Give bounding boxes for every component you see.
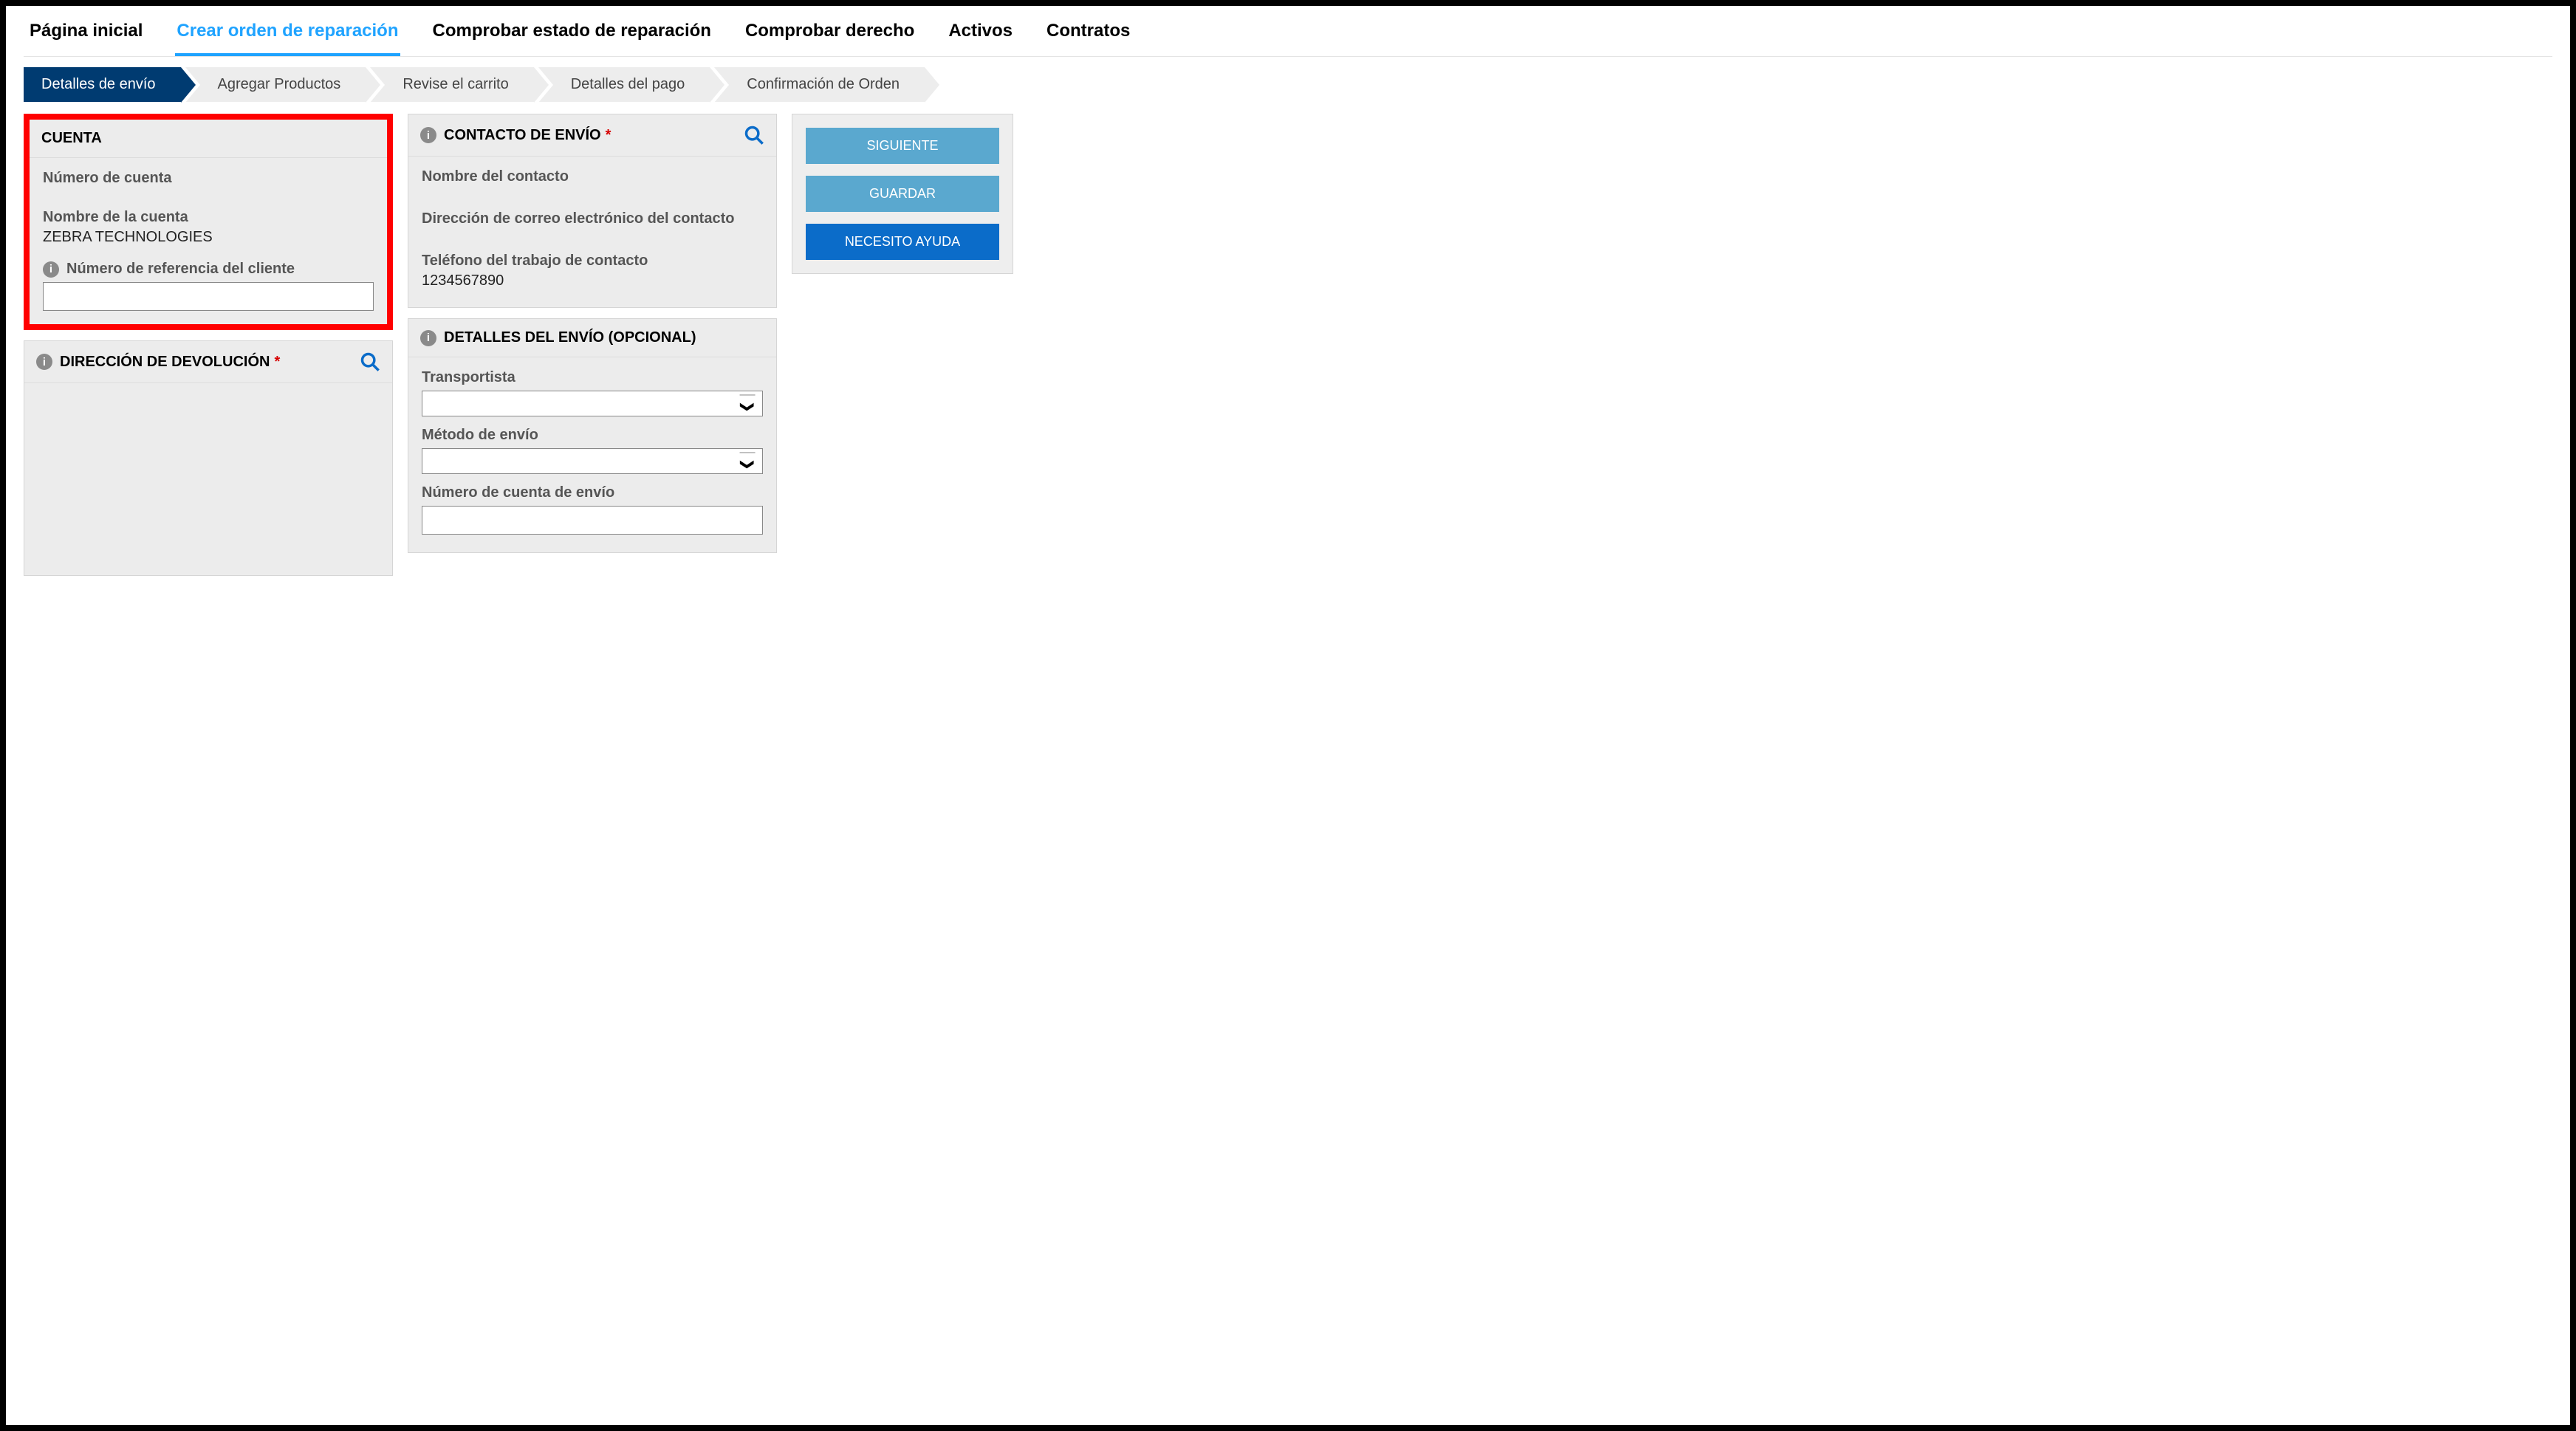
tab-check-entitlement[interactable]: Comprobar derecho bbox=[744, 18, 916, 56]
return-address-title: DIRECCIÓN DE DEVOLUCIÓN bbox=[60, 354, 270, 371]
shipping-contact-title: CONTACTO DE ENVÍO bbox=[444, 127, 601, 144]
tab-check-status[interactable]: Comprobar estado de reparación bbox=[431, 18, 713, 56]
wizard-stepper: Detalles de envío Agregar Productos Revi… bbox=[24, 67, 2552, 102]
carrier-select[interactable]: ❯ bbox=[422, 391, 763, 416]
customer-ref-input[interactable] bbox=[43, 282, 374, 311]
step-shipping-details[interactable]: Detalles de envío bbox=[24, 67, 181, 102]
account-name-value: ZEBRA TECHNOLOGIES bbox=[43, 229, 374, 246]
search-icon[interactable] bbox=[744, 125, 764, 145]
customer-ref-label: Número de referencia del cliente bbox=[66, 261, 295, 278]
info-icon: i bbox=[36, 354, 52, 370]
step-order-confirmation[interactable]: Confirmación de Orden bbox=[714, 67, 925, 102]
account-name-label: Nombre de la cuenta bbox=[43, 209, 374, 226]
ship-account-label: Número de cuenta de envío bbox=[422, 484, 763, 501]
return-address-panel: i DIRECCIÓN DE DEVOLUCIÓN * bbox=[24, 340, 393, 576]
contact-email-label: Dirección de correo electrónico del cont… bbox=[422, 210, 763, 227]
required-asterisk: * bbox=[274, 354, 280, 371]
required-asterisk: * bbox=[606, 127, 612, 144]
shipping-method-label: Método de envío bbox=[422, 427, 763, 444]
account-number-label: Número de cuenta bbox=[43, 170, 374, 187]
info-icon: i bbox=[43, 261, 59, 278]
info-icon: i bbox=[420, 127, 436, 143]
step-add-products[interactable]: Agregar Productos bbox=[185, 67, 366, 102]
tab-create-repair-order[interactable]: Crear orden de reparación bbox=[175, 18, 400, 56]
shipping-method-select[interactable]: ❯ bbox=[422, 448, 763, 474]
carrier-label: Transportista bbox=[422, 369, 763, 386]
shipping-details-panel: i DETALLES DEL ENVÍO (OPCIONAL) Transpor… bbox=[408, 318, 777, 553]
top-nav: Página inicial Crear orden de reparación… bbox=[24, 10, 2552, 57]
search-icon[interactable] bbox=[360, 351, 380, 372]
step-payment-details[interactable]: Detalles del pago bbox=[538, 67, 710, 102]
chevron-down-icon: ❯ bbox=[739, 394, 755, 412]
next-button[interactable]: SIGUIENTE bbox=[806, 128, 999, 164]
shipping-details-title: DETALLES DEL ENVÍO (OPCIONAL) bbox=[444, 329, 696, 346]
contact-phone-label: Teléfono del trabajo de contacto bbox=[422, 253, 763, 270]
shipping-contact-panel: i CONTACTO DE ENVÍO * Nombre del contact… bbox=[408, 114, 777, 308]
ship-account-input[interactable] bbox=[422, 506, 763, 535]
chevron-down-icon: ❯ bbox=[739, 452, 755, 470]
contact-name-label: Nombre del contacto bbox=[422, 168, 763, 185]
tab-assets[interactable]: Activos bbox=[947, 18, 1014, 56]
tab-home[interactable]: Página inicial bbox=[28, 18, 144, 56]
tab-contracts[interactable]: Contratos bbox=[1045, 18, 1131, 56]
actions-panel: SIGUIENTE GUARDAR NECESITO AYUDA bbox=[792, 114, 1013, 274]
info-icon: i bbox=[420, 330, 436, 346]
contact-phone-value: 1234567890 bbox=[422, 272, 763, 289]
account-panel: CUENTA Número de cuenta Nombre de la cue… bbox=[24, 114, 393, 330]
help-button[interactable]: NECESITO AYUDA bbox=[806, 224, 999, 260]
step-review-cart[interactable]: Revise el carrito bbox=[370, 67, 533, 102]
save-button[interactable]: GUARDAR bbox=[806, 176, 999, 212]
account-panel-title: CUENTA bbox=[41, 130, 102, 147]
